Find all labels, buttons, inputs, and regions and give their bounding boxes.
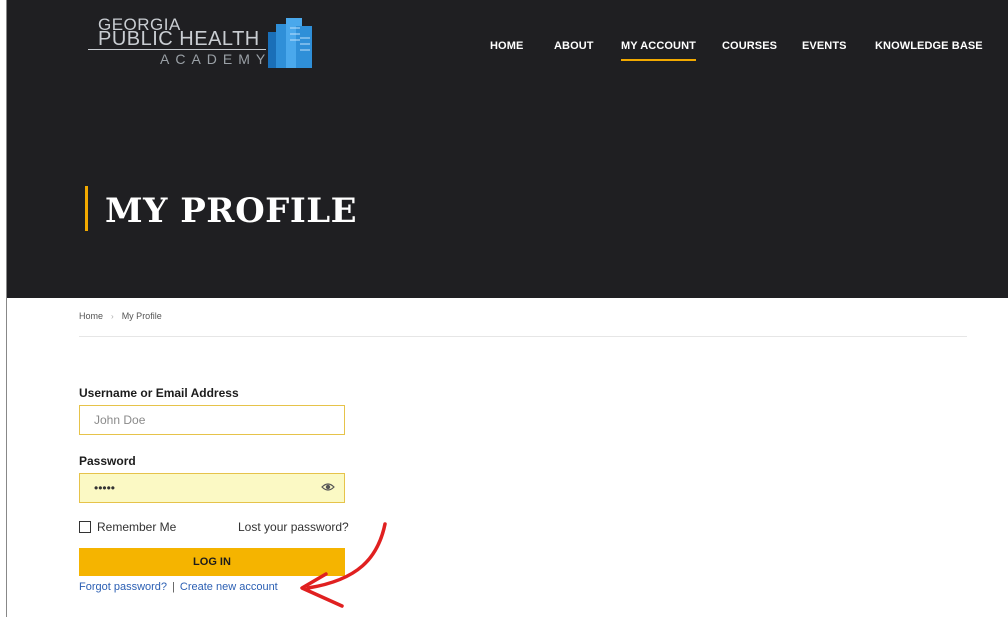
title-accent-bar — [85, 186, 88, 231]
nav-item-my-account[interactable]: MY ACCOUNT — [621, 40, 696, 61]
nav-item-about[interactable]: ABOUT — [554, 40, 594, 52]
breadcrumb-divider — [79, 336, 967, 337]
nav-item-knowledge-base[interactable]: KNOWLEDGE BASE — [875, 40, 983, 52]
breadcrumb-separator: › — [111, 312, 114, 321]
username-input[interactable] — [79, 405, 345, 435]
eye-icon[interactable] — [321, 481, 335, 493]
breadcrumb-home-link[interactable]: Home — [79, 311, 103, 321]
remember-me-label[interactable]: Remember Me — [97, 520, 176, 534]
page-left-border — [6, 0, 7, 617]
links-separator: | — [172, 581, 175, 593]
remember-me: Remember Me — [79, 520, 176, 534]
site-header: GEORGIA PUBLIC HEALTH ACADEMY HOME ABOUT… — [7, 0, 1008, 298]
forgot-password-link[interactable]: Forgot password? — [79, 581, 167, 593]
login-button[interactable]: LOG IN — [79, 548, 345, 576]
lost-password-link[interactable]: Lost your password? — [238, 520, 349, 534]
password-input[interactable] — [79, 473, 345, 503]
breadcrumb-current: My Profile — [121, 311, 162, 321]
account-links: Forgot password? | Create new account — [79, 581, 278, 593]
password-label: Password — [79, 454, 136, 468]
username-label: Username or Email Address — [79, 386, 239, 400]
nav-item-courses[interactable]: COURSES — [722, 40, 777, 52]
main-nav: HOME ABOUT MY ACCOUNT COURSES EVENTS KNO… — [7, 40, 1008, 61]
remember-me-checkbox[interactable] — [79, 521, 91, 533]
breadcrumb: Home › My Profile — [79, 311, 162, 321]
page-title: MY PROFILE — [105, 191, 358, 231]
nav-item-home[interactable]: HOME — [490, 40, 523, 52]
create-account-link[interactable]: Create new account — [180, 581, 278, 593]
nav-item-events[interactable]: EVENTS — [802, 40, 847, 52]
